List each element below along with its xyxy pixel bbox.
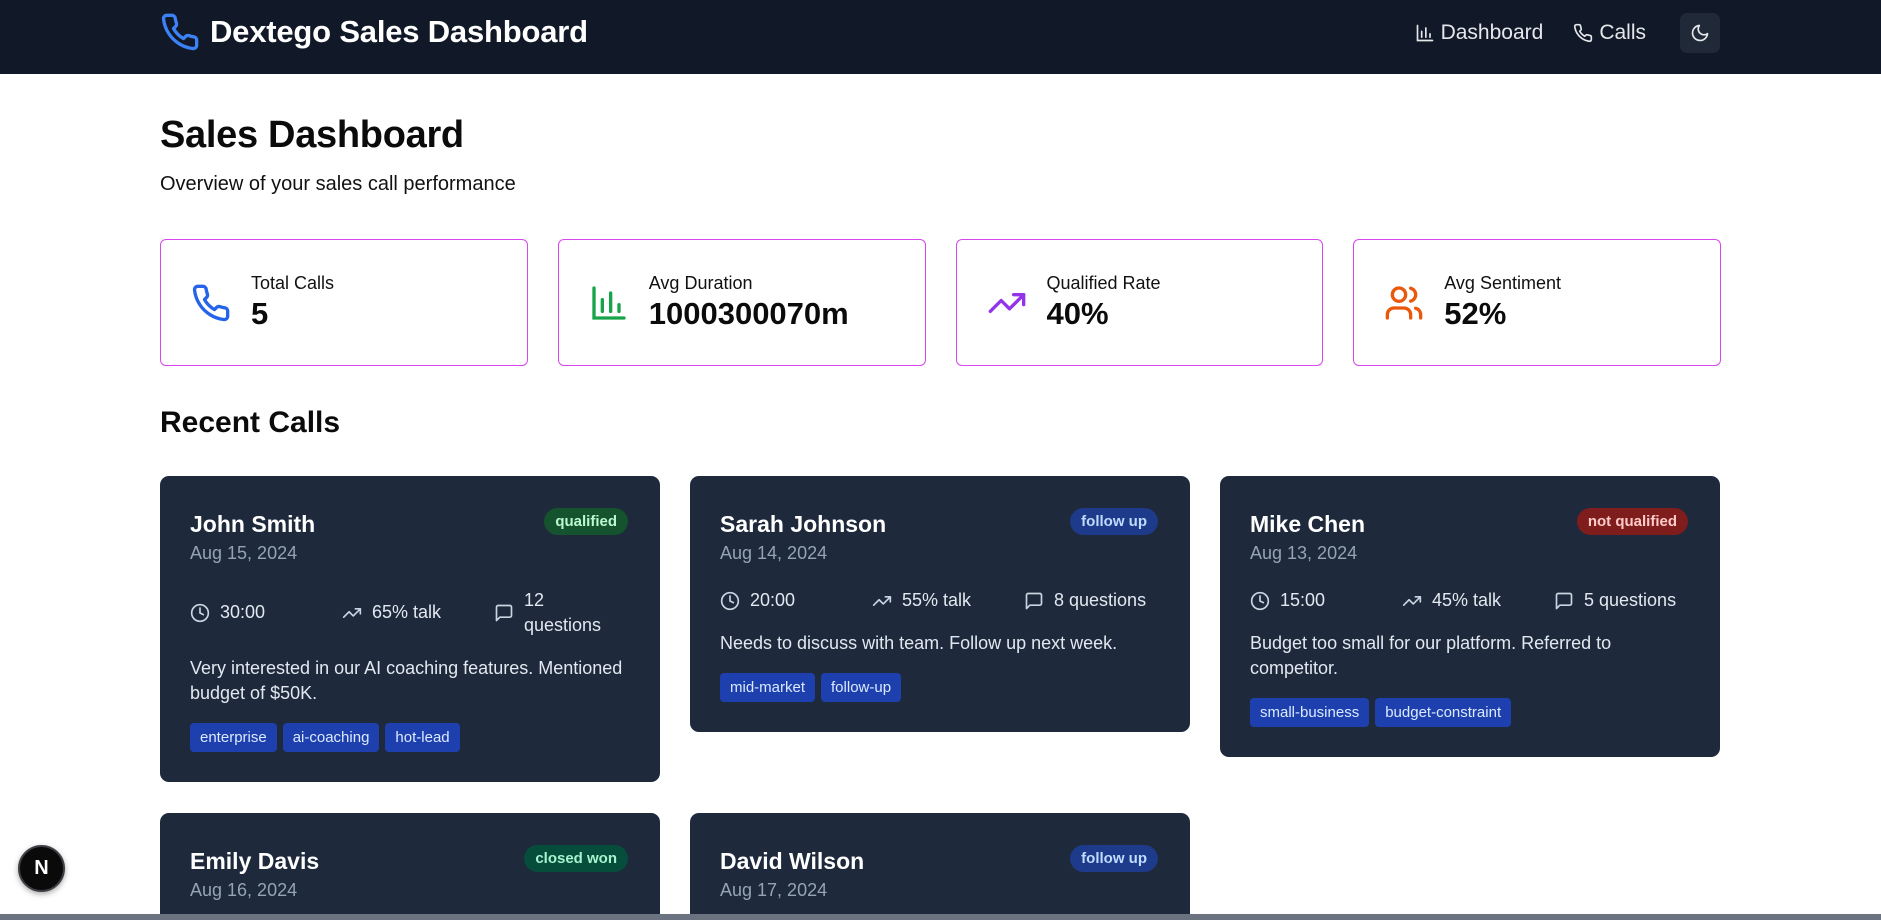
tag[interactable]: small-business [1250,698,1370,727]
top-navbar: Dextego Sales Dashboard Dashboard Calls [0,0,1881,74]
nav-link-calls[interactable]: Calls [1573,21,1646,45]
tag-list: enterprise ai-coaching hot-lead [190,723,460,752]
trending-up-icon [872,596,892,606]
stat-card-qualified-rate: Qualified Rate 40% [955,239,1324,366]
duration-value: 30:00 [220,602,266,622]
questions-value: 12 questions [524,590,602,635]
talk-metric: 65% talk [342,600,494,638]
status-badge: follow up [1070,508,1158,535]
questions-value: 8 questions [1054,590,1147,610]
stat-label: Total Calls [251,273,335,293]
duration-value: 15:00 [1280,590,1326,610]
questions-metric: 5 questions [1554,588,1690,613]
page-subtitle: Overview of your sales call performance [160,173,516,195]
talk-value: 65% talk [372,602,442,622]
stat-value: 1000300070m [648,296,849,331]
tag[interactable]: follow-up [821,673,902,702]
call-date: Aug 14, 2024 [720,543,828,563]
caller-name: Sarah Johnson [720,511,887,537]
stat-card-avg-sentiment: Avg Sentiment 52% [1353,239,1721,366]
trending-up-icon [988,293,1025,313]
stat-label: Qualified Rate [1046,273,1161,293]
talk-value: 55% talk [902,590,972,610]
call-metrics: 20:00 55% talk 8 questions [720,588,1160,613]
call-notes: Needs to discuss with team. Follow up ne… [720,633,1118,653]
status-badge: closed won [524,845,628,872]
tag-list: small-business budget-constraint [1250,698,1512,727]
tag[interactable]: mid-market [720,673,816,702]
message-square-icon [495,604,513,622]
call-metrics: 30:00 65% talk 12 questions [190,588,630,638]
stat-label: Avg Duration [648,273,753,293]
stat-label: Avg Sentiment [1444,273,1561,293]
clock-icon [720,591,740,611]
call-date: Aug 17, 2024 [720,880,828,900]
stat-value: 40% [1046,296,1109,331]
questions-metric: 12 questions [494,588,630,638]
message-square-icon [1025,592,1043,610]
phone-icon [192,284,230,322]
call-card[interactable]: John Smith Aug 15, 2024 qualified 30:00 … [160,476,660,782]
caller-name: David Wilson [720,848,865,874]
stat-value: 5 [251,296,269,331]
tag[interactable]: ai-coaching [282,723,380,752]
call-notes: Very interested in our AI coaching featu… [190,658,623,703]
stat-value: 52% [1444,296,1507,331]
dev-tools-label: N [34,857,49,879]
status-badge: follow up [1070,845,1158,872]
stat-card-total-calls: Total Calls 5 [160,239,528,366]
nav-link-dashboard[interactable]: Dashboard [1415,21,1544,45]
caller-name: Mike Chen [1250,511,1366,537]
call-date: Aug 15, 2024 [190,543,298,563]
trending-up-icon [1402,596,1422,606]
caller-name: John Smith [190,511,316,537]
call-card[interactable]: Mike Chen Aug 13, 2024 not qualified 15:… [1220,476,1720,757]
duration-metric: 15:00 [1250,588,1402,613]
duration-value: 20:00 [750,590,796,610]
stat-card-avg-duration: Avg Duration 1000300070m [557,239,926,366]
bar-chart-icon [592,286,626,320]
app-title: Dextego Sales Dashboard [210,14,588,49]
phone-icon [1574,23,1593,43]
brand[interactable]: Dextego Sales Dashboard [160,12,588,52]
tag[interactable]: enterprise [190,723,277,752]
theme-toggle-button[interactable] [1680,13,1720,53]
call-date: Aug 13, 2024 [1250,543,1358,563]
clock-icon [190,603,210,623]
nav-link-label: Dashboard [1440,21,1544,44]
nav-link-label: Calls [1599,21,1646,44]
stats-grid: Total Calls 5 Avg Duration 1000300070m Q… [160,239,1721,366]
call-card[interactable]: Sarah Johnson Aug 14, 2024 follow up 20:… [690,476,1190,732]
call-card[interactable]: Emily Davis Aug 16, 2024 closed won [160,813,660,914]
duration-metric: 20:00 [720,588,872,613]
recent-calls-heading: Recent Calls [160,406,341,439]
nav-links: Dashboard Calls [1415,13,1720,53]
clock-icon [1250,591,1270,611]
status-badge: not qualified [1576,508,1688,535]
page-title: Sales Dashboard [160,114,464,156]
caller-name: Emily Davis [190,848,320,874]
horizontal-scrollbar[interactable] [0,914,1881,920]
talk-metric: 55% talk [872,588,1024,613]
call-notes: Budget too small for our platform. Refer… [1250,633,1612,678]
call-card[interactable]: David Wilson Aug 17, 2024 follow up [690,813,1190,914]
phone-icon [161,13,199,51]
call-date: Aug 16, 2024 [190,880,298,900]
questions-value: 5 questions [1584,590,1677,610]
questions-metric: 8 questions [1024,588,1160,613]
duration-metric: 30:00 [190,600,342,638]
trending-up-icon [342,608,362,618]
message-square-icon [1555,592,1573,610]
tag[interactable]: budget-constraint [1375,698,1512,727]
bar-chart-icon [1416,24,1433,42]
moon-icon [1691,24,1709,42]
tag[interactable]: hot-lead [385,723,460,752]
talk-metric: 45% talk [1402,588,1554,613]
users-icon [1385,286,1423,320]
tag-list: mid-market follow-up [720,673,902,702]
talk-value: 45% talk [1432,590,1502,610]
dev-tools-button[interactable]: N [18,845,65,892]
call-metrics: 15:00 45% talk 5 questions [1250,588,1690,613]
status-badge: qualified [544,508,628,535]
